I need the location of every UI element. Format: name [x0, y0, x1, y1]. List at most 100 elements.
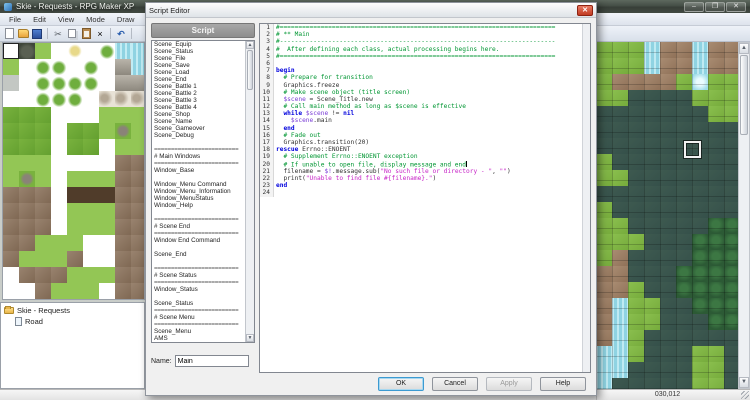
tile[interactable] — [67, 171, 83, 187]
tile[interactable] — [35, 187, 51, 203]
tile[interactable] — [99, 43, 115, 59]
tile[interactable] — [67, 59, 83, 75]
tile[interactable] — [131, 43, 144, 59]
tile[interactable] — [131, 139, 144, 155]
tile[interactable] — [115, 203, 131, 219]
tile[interactable] — [99, 235, 115, 251]
script-list-item[interactable]: Scene_Gameover — [152, 125, 245, 132]
tile[interactable] — [131, 171, 144, 187]
tile[interactable] — [99, 219, 115, 235]
tile[interactable] — [51, 123, 67, 139]
tile[interactable] — [83, 251, 99, 267]
tile[interactable] — [99, 251, 115, 267]
script-list-item[interactable]: ========================= — [152, 279, 245, 286]
script-list-item[interactable] — [152, 258, 245, 265]
tile[interactable] — [99, 187, 115, 203]
tile[interactable] — [19, 123, 35, 139]
tile[interactable] — [83, 43, 99, 59]
tile[interactable] — [19, 91, 35, 107]
tile[interactable] — [115, 107, 131, 123]
code-vertical-scrollbar[interactable] — [582, 24, 590, 372]
script-list-item[interactable]: Window_MenuStatus — [152, 195, 245, 202]
tile[interactable] — [131, 123, 144, 139]
tile[interactable] — [35, 251, 51, 267]
tile[interactable] — [3, 203, 19, 219]
map-vertical-scrollbar[interactable]: ▲ ▼ — [738, 42, 750, 389]
tile[interactable] — [67, 43, 83, 59]
scrollbar-thumb[interactable] — [247, 50, 253, 90]
tile[interactable] — [51, 251, 67, 267]
script-list-item[interactable]: ========================= — [152, 160, 245, 167]
tile[interactable] — [51, 267, 67, 283]
dialog-titlebar[interactable]: Script Editor ✕ — [146, 3, 596, 18]
tile[interactable] — [3, 219, 19, 235]
script-list-item[interactable]: AMS — [152, 335, 245, 342]
tile[interactable] — [99, 107, 115, 123]
tile[interactable] — [115, 91, 131, 107]
script-list-item[interactable]: # Scene End — [152, 223, 245, 230]
script-list-item[interactable] — [152, 209, 245, 216]
script-list-item[interactable]: Scene_Battle 3 — [152, 97, 245, 104]
tile[interactable] — [51, 283, 67, 299]
script-list[interactable]: Scene_Equip Scene_Status Scene_File Scene_S… — [151, 40, 255, 343]
script-list-item[interactable]: Scene_Load — [152, 69, 245, 76]
tile[interactable] — [35, 91, 51, 107]
scroll-down-icon[interactable]: ▼ — [246, 334, 254, 342]
tile[interactable] — [35, 219, 51, 235]
tile[interactable] — [115, 43, 131, 59]
tile[interactable] — [83, 219, 99, 235]
tile[interactable] — [131, 155, 144, 171]
tile[interactable] — [19, 219, 35, 235]
tile[interactable] — [99, 123, 115, 139]
minimize-window-icon[interactable]: – — [684, 1, 704, 12]
tile[interactable] — [83, 59, 99, 75]
open-icon[interactable] — [17, 28, 29, 40]
tile[interactable] — [83, 267, 99, 283]
tile[interactable] — [3, 75, 19, 91]
tile[interactable] — [3, 267, 19, 283]
script-list-item[interactable]: Scene_Debug — [152, 132, 245, 139]
tile[interactable] — [131, 75, 144, 91]
tile[interactable] — [131, 219, 144, 235]
tile[interactable] — [67, 283, 83, 299]
save-icon[interactable] — [31, 28, 43, 40]
resize-grip[interactable] — [741, 391, 749, 399]
tile[interactable] — [3, 139, 19, 155]
tile[interactable] — [115, 59, 131, 75]
tile[interactable] — [3, 283, 19, 299]
tile[interactable] — [99, 139, 115, 155]
tile[interactable] — [19, 267, 35, 283]
tile[interactable] — [99, 171, 115, 187]
close-window-icon[interactable]: ✕ — [726, 1, 746, 12]
tile[interactable] — [83, 91, 99, 107]
undo-icon[interactable]: ↶ — [115, 28, 127, 40]
tile[interactable] — [99, 267, 115, 283]
tile[interactable] — [19, 59, 35, 75]
tile[interactable] — [131, 59, 144, 75]
tile[interactable] — [83, 139, 99, 155]
menu-mode[interactable]: Mode — [81, 14, 110, 25]
tile[interactable] — [67, 251, 83, 267]
tile[interactable] — [99, 155, 115, 171]
tile[interactable] — [99, 75, 115, 91]
tile[interactable] — [83, 203, 99, 219]
script-list-item[interactable]: # Main Windows — [152, 153, 245, 160]
script-list-item[interactable]: Window_Menu Command — [152, 181, 245, 188]
help-button[interactable]: Help — [540, 377, 586, 391]
script-list-item[interactable]: ========================= — [152, 321, 245, 328]
tile[interactable] — [19, 155, 35, 171]
script-list-item[interactable] — [152, 293, 245, 300]
script-list-item[interactable] — [152, 139, 245, 146]
tile[interactable] — [35, 107, 51, 123]
tile[interactable] — [3, 91, 19, 107]
script-list-item[interactable]: Scene_Save — [152, 62, 245, 69]
tile[interactable] — [19, 43, 35, 59]
tile[interactable] — [83, 187, 99, 203]
script-list-scrollbar[interactable]: ▲ ▼ — [245, 41, 254, 342]
menu-draw[interactable]: Draw — [112, 14, 140, 25]
tile[interactable] — [83, 123, 99, 139]
maximize-window-icon[interactable]: ❐ — [705, 1, 725, 12]
script-list-item[interactable]: Window_Menu_Information — [152, 188, 245, 195]
tile[interactable] — [51, 75, 67, 91]
tile[interactable] — [67, 91, 83, 107]
